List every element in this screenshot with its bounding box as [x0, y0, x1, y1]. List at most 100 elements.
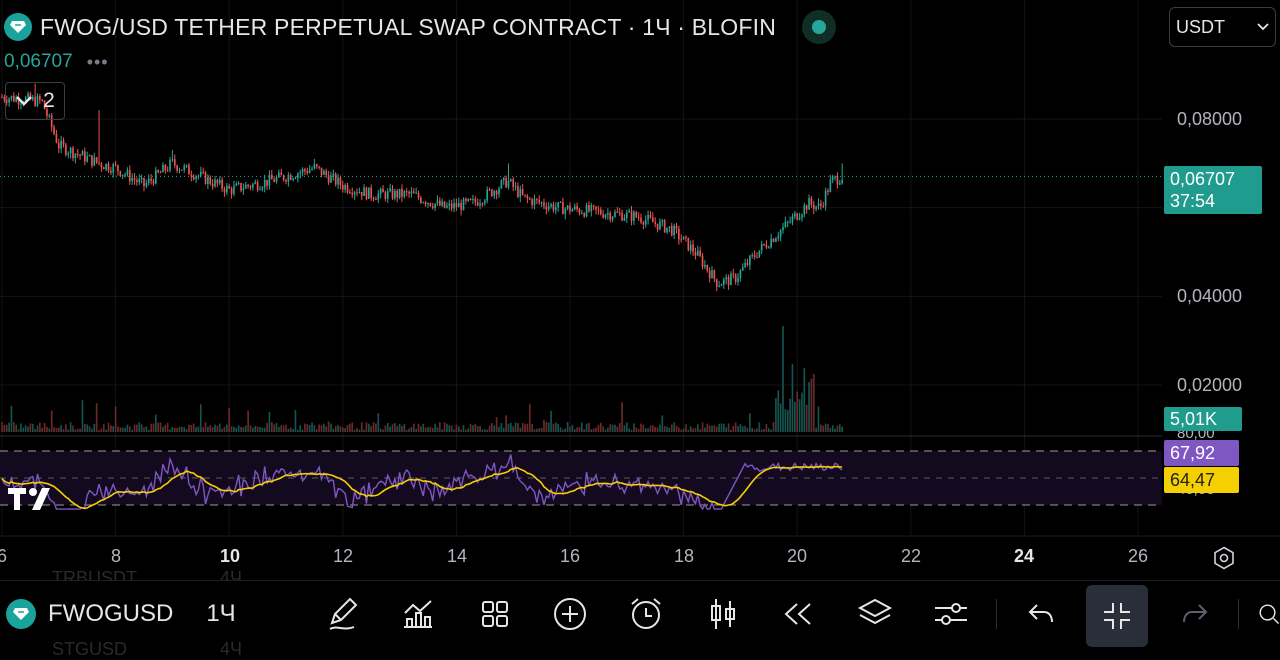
volume-bar	[261, 427, 264, 432]
volume-bar	[803, 368, 806, 432]
candle-body	[121, 174, 124, 176]
undo-button[interactable]	[1020, 581, 1062, 647]
candle-body	[263, 179, 266, 188]
volume-bar	[13, 422, 15, 432]
drawing-tools-button[interactable]	[322, 581, 364, 647]
volume-bar	[5, 424, 8, 432]
volume-bar	[320, 425, 323, 432]
add-button[interactable]	[549, 581, 591, 647]
volume-bar	[325, 426, 328, 432]
chart-type-button[interactable]	[702, 581, 744, 647]
candle-body	[334, 173, 337, 185]
candle-body	[112, 164, 115, 173]
volume-bar	[824, 423, 827, 432]
collapse-indicators-button[interactable]: 2	[5, 82, 65, 120]
chart-settings-icon[interactable]	[1212, 546, 1236, 570]
indicators-button[interactable]	[397, 581, 439, 647]
candle-body	[675, 225, 678, 229]
candle-body	[280, 172, 283, 176]
candle-body	[325, 170, 328, 176]
candle-body	[727, 276, 730, 286]
candle-body	[1, 96, 3, 98]
candle-body	[207, 177, 209, 184]
alert-button[interactable]	[625, 581, 667, 647]
volume-bar	[640, 423, 642, 432]
candle-body	[223, 188, 226, 193]
layouts-button[interactable]	[474, 581, 516, 647]
symbol-button[interactable]: FWOGUSD	[6, 581, 182, 647]
replay-button[interactable]	[777, 581, 819, 647]
volume-bar	[779, 403, 782, 432]
volume-bar	[221, 428, 223, 432]
volume-bar	[820, 424, 822, 432]
candle-body	[741, 267, 744, 271]
volume-bar	[337, 424, 339, 432]
volume-bar	[398, 423, 401, 432]
volume-bar	[666, 426, 668, 432]
candle-body	[417, 192, 420, 198]
candle-body	[278, 172, 280, 178]
volume-bar	[474, 423, 477, 432]
volume-bar	[784, 409, 787, 432]
candle-body	[694, 252, 697, 256]
candle-body	[65, 144, 67, 155]
volume-bar	[242, 427, 245, 432]
chart-header: FWOG/USD TETHER PERPETUAL SWAP CONTRACT …	[4, 10, 837, 44]
candle-body	[467, 198, 470, 201]
volume-bar	[713, 425, 716, 432]
volume-bar	[270, 422, 273, 432]
candle-body	[633, 212, 635, 221]
volume-bar	[718, 423, 720, 432]
layers-icon	[857, 598, 893, 625]
chart-title[interactable]: FWOG/USD TETHER PERPETUAL SWAP CONTRACT …	[40, 14, 776, 41]
candle-body	[249, 186, 252, 188]
candle-body	[616, 212, 619, 214]
candle-body	[218, 179, 221, 184]
candle-body	[197, 175, 200, 177]
volume-bar	[349, 423, 351, 432]
volume-bar	[448, 425, 451, 432]
more-icon[interactable]: •••	[87, 52, 109, 73]
currency-select[interactable]: USDT	[1169, 7, 1276, 47]
candle-body	[311, 168, 313, 170]
toolbar-divider	[996, 599, 997, 629]
volume-bar	[656, 427, 659, 432]
volume-bar	[408, 428, 410, 432]
price-chart[interactable]	[0, 0, 1280, 580]
market-status-indicator[interactable]	[802, 10, 837, 44]
candle-body	[699, 250, 701, 257]
volume-bar	[798, 399, 801, 432]
volume-bar	[211, 427, 214, 432]
objects-tree-button[interactable]	[854, 581, 896, 647]
tradingview-logo[interactable]	[8, 486, 56, 517]
volume-bar	[791, 364, 794, 432]
exit-fullscreen-button[interactable]	[1086, 585, 1148, 647]
volume-bar	[836, 425, 839, 432]
candle-body	[517, 186, 519, 197]
volume-bar	[110, 425, 112, 432]
volume-bar	[472, 425, 474, 432]
candle-body	[514, 186, 517, 188]
candle-body	[323, 170, 325, 175]
volume-bar	[176, 427, 178, 432]
interval-button[interactable]: 1Ч	[196, 581, 246, 647]
volume-bar	[763, 428, 765, 432]
chart-settings-button[interactable]	[930, 581, 972, 647]
candle-body	[394, 190, 396, 199]
volume-bar	[183, 427, 186, 432]
candle-body	[57, 142, 60, 149]
candle-body	[782, 226, 784, 231]
redo-button[interactable]	[1174, 581, 1216, 647]
volume-bar	[479, 426, 481, 432]
candle-body	[69, 147, 72, 154]
candle-body	[607, 212, 609, 215]
candle-body	[689, 244, 692, 251]
candle-body	[479, 203, 481, 206]
candle-body	[233, 185, 235, 194]
volume-bar	[240, 426, 242, 432]
volume-bar	[124, 427, 126, 432]
volume-bar	[192, 423, 195, 432]
search-button[interactable]	[1258, 581, 1280, 647]
candle-body	[540, 202, 543, 204]
volume-bar	[725, 427, 728, 432]
